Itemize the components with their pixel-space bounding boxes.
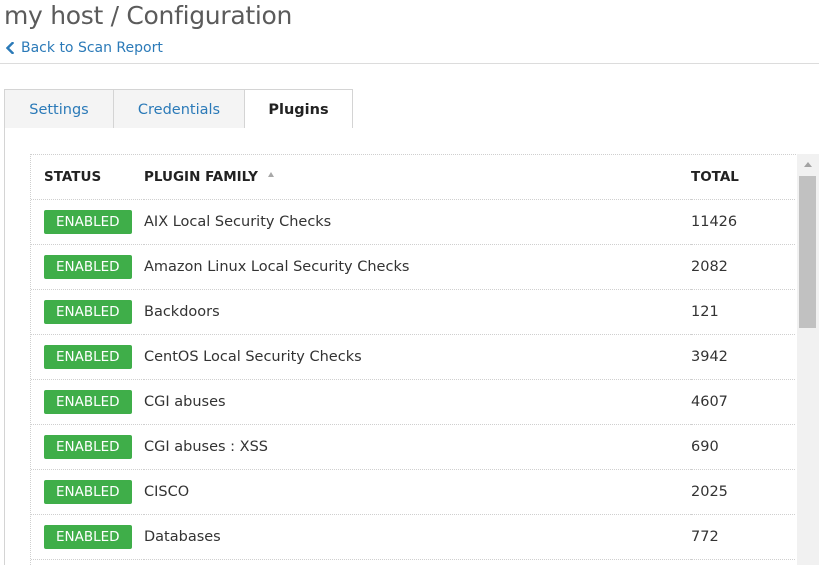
plugin-total: 4607 <box>691 379 796 425</box>
column-header-plugin-family[interactable]: PLUGIN FAMILY <box>144 155 691 200</box>
plugin-families-table: STATUS PLUGIN FAMILY TOTAL ENABLED AIX L… <box>31 155 796 560</box>
tab-settings[interactable]: Settings <box>4 89 114 129</box>
page-title: my host / Configuration <box>4 1 293 30</box>
scroll-up-arrow-icon[interactable] <box>804 162 812 167</box>
sort-ascending-icon <box>267 172 274 178</box>
plugin-families-table-container: STATUS PLUGIN FAMILY TOTAL ENABLED AIX L… <box>30 154 796 565</box>
plugin-family-name: CGI abuses <box>144 379 691 425</box>
plugin-total: 121 <box>691 289 796 335</box>
tab-plugins[interactable]: Plugins <box>245 89 353 129</box>
status-badge[interactable]: ENABLED <box>44 389 132 414</box>
plugin-total: 2082 <box>691 244 796 290</box>
status-badge[interactable]: ENABLED <box>44 524 132 549</box>
table-row[interactable]: ENABLED AIX Local Security Checks 11426 <box>31 199 796 245</box>
plugin-family-name: Backdoors <box>144 289 691 335</box>
status-badge[interactable]: ENABLED <box>44 254 132 279</box>
table-scrollbar[interactable] <box>797 154 819 565</box>
plugin-family-name: CISCO <box>144 469 691 515</box>
header-divider <box>0 63 819 64</box>
column-header-total[interactable]: TOTAL <box>691 155 796 200</box>
tab-credentials[interactable]: Credentials <box>114 89 245 129</box>
plugin-total: 2025 <box>691 469 796 515</box>
plugin-total: 690 <box>691 424 796 470</box>
table-row[interactable]: ENABLED CISCO 2025 <box>31 469 796 515</box>
table-row[interactable]: ENABLED CentOS Local Security Checks 394… <box>31 334 796 380</box>
plugin-total: 3942 <box>691 334 796 380</box>
plugin-family-name: Amazon Linux Local Security Checks <box>144 244 691 290</box>
table-row[interactable]: ENABLED CGI abuses : XSS 690 <box>31 424 796 470</box>
back-link-label: Back to Scan Report <box>21 40 163 56</box>
back-to-scan-report-link[interactable]: Back to Scan Report <box>6 38 163 58</box>
status-badge[interactable]: ENABLED <box>44 479 132 504</box>
status-badge[interactable]: ENABLED <box>44 434 132 459</box>
plugin-family-name: CGI abuses : XSS <box>144 424 691 470</box>
table-row[interactable]: ENABLED Amazon Linux Local Security Chec… <box>31 244 796 290</box>
table-row[interactable]: ENABLED Databases 772 <box>31 514 796 560</box>
scrollbar-thumb[interactable] <box>799 176 816 328</box>
plugin-family-name: Databases <box>144 514 691 560</box>
plugin-total: 11426 <box>691 199 796 245</box>
plugin-total: 772 <box>691 514 796 560</box>
column-header-status[interactable]: STATUS <box>31 155 144 200</box>
status-badge[interactable]: ENABLED <box>44 209 132 234</box>
status-badge[interactable]: ENABLED <box>44 299 132 324</box>
table-header-row: STATUS PLUGIN FAMILY TOTAL <box>31 155 796 200</box>
plugin-family-name: AIX Local Security Checks <box>144 199 691 245</box>
tab-bar: Settings Credentials Plugins <box>4 89 353 129</box>
table-row[interactable]: ENABLED Backdoors 121 <box>31 289 796 335</box>
status-badge[interactable]: ENABLED <box>44 344 132 369</box>
table-row[interactable]: ENABLED CGI abuses 4607 <box>31 379 796 425</box>
chevron-left-icon <box>6 42 14 54</box>
plugin-family-name: CentOS Local Security Checks <box>144 334 691 380</box>
